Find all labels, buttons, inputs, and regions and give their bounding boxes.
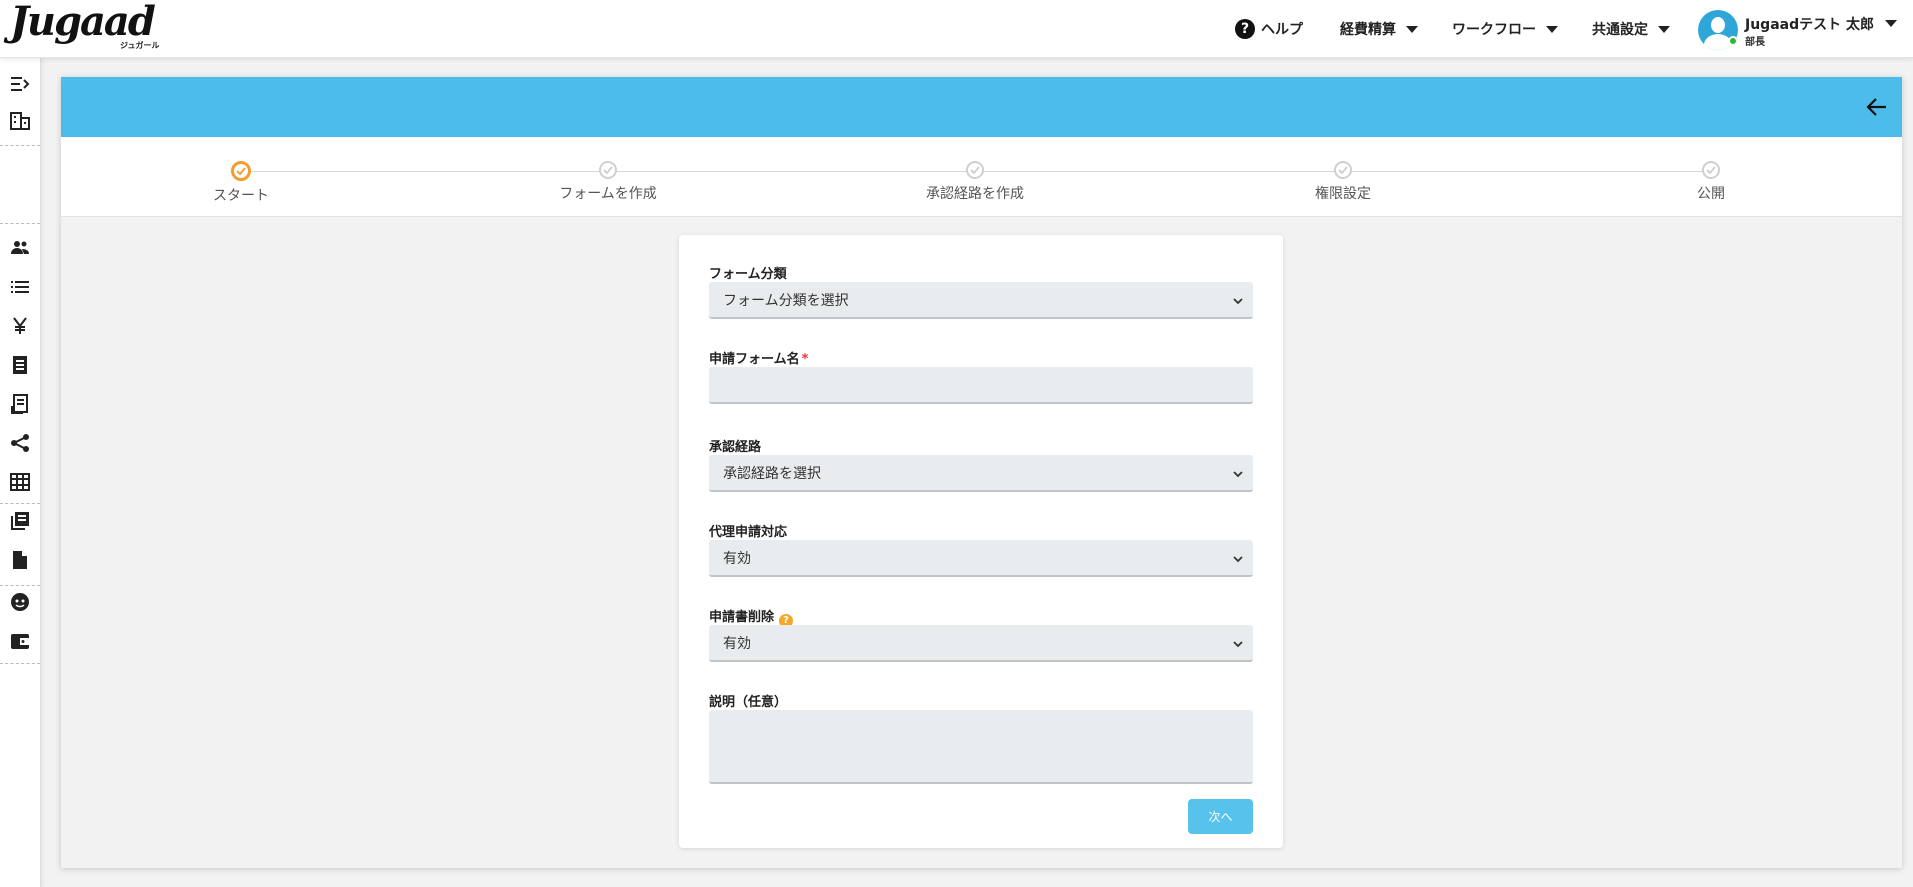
logo-subtext: ジュガール bbox=[120, 41, 160, 50]
step-label: 公開 bbox=[1697, 186, 1725, 202]
user-role: 部長 bbox=[1745, 37, 1765, 48]
check-circle-icon bbox=[1334, 161, 1352, 179]
step-create-route: 承認経路を作成 bbox=[875, 161, 1075, 203]
building-icon[interactable] bbox=[9, 110, 31, 132]
proxy-application-label: 代理申請対応 bbox=[709, 525, 788, 540]
form-name-label: 申請フォーム名 * bbox=[709, 348, 808, 367]
required-mark: * bbox=[801, 352, 809, 367]
progress-stepper: スタート フォームを作成 承認経路を作成 権限設定 公開 bbox=[61, 137, 1902, 217]
next-button[interactable]: 次へ bbox=[1188, 799, 1253, 834]
check-circle-icon bbox=[599, 161, 617, 179]
check-circle-icon bbox=[231, 161, 251, 181]
yen-icon[interactable] bbox=[9, 315, 31, 337]
chevron-down-icon bbox=[1233, 641, 1243, 648]
help-label: ヘルプ bbox=[1261, 22, 1303, 38]
users-icon[interactable] bbox=[9, 237, 31, 259]
menu-expense-label: 経費精算 bbox=[1340, 22, 1396, 38]
form-name-label-text: 申請フォーム名 bbox=[709, 352, 800, 367]
share-icon[interactable] bbox=[9, 432, 31, 454]
menu-workflow[interactable]: ワークフロー bbox=[1452, 0, 1558, 58]
form-card: フォーム分類 フォーム分類を選択 申請フォーム名 * 承認経路 承認経路を選択 代… bbox=[679, 235, 1283, 848]
proxy-application-value: 有効 bbox=[723, 550, 751, 567]
form-name-input[interactable] bbox=[709, 367, 1253, 404]
chevron-down-icon bbox=[1546, 25, 1558, 33]
description-textarea[interactable] bbox=[709, 710, 1253, 784]
form-category-value: フォーム分類を選択 bbox=[723, 292, 849, 309]
receipt-icon[interactable] bbox=[9, 354, 31, 376]
document-list-icon[interactable] bbox=[9, 393, 31, 415]
chevron-down-icon bbox=[1233, 471, 1243, 478]
top-bar: Jugaad ジュガール ? ヘルプ 経費精算 ワークフロー 共通設定 Juga… bbox=[0, 0, 1913, 58]
sidebar-divider bbox=[0, 223, 40, 224]
sidebar-divider bbox=[0, 503, 40, 504]
sidebar bbox=[0, 58, 41, 887]
wallet-icon[interactable] bbox=[9, 630, 31, 652]
approval-route-value: 承認経路を選択 bbox=[723, 465, 821, 482]
app-logo[interactable]: Jugaad ジュガール bbox=[10, 0, 160, 50]
grid-icon[interactable] bbox=[9, 471, 31, 493]
chevron-down-icon bbox=[1233, 556, 1243, 563]
chevron-down-icon bbox=[1658, 25, 1670, 33]
menu-common-settings[interactable]: 共通設定 bbox=[1592, 0, 1670, 58]
back-arrow-icon[interactable] bbox=[1864, 95, 1890, 119]
sidebar-divider bbox=[0, 585, 40, 586]
delete-application-value: 有効 bbox=[723, 635, 751, 652]
chevron-down-icon bbox=[1233, 298, 1243, 305]
menu-workflow-label: ワークフロー bbox=[1452, 22, 1536, 38]
list-icon[interactable] bbox=[9, 276, 31, 298]
step-create-form: フォームを作成 bbox=[508, 161, 708, 203]
delete-application-select[interactable]: 有効 bbox=[709, 625, 1253, 662]
online-status-dot bbox=[1728, 36, 1738, 46]
help-link[interactable]: ? ヘルプ bbox=[1235, 0, 1303, 58]
check-circle-icon bbox=[966, 161, 984, 179]
delete-application-label-text: 申請書削除 bbox=[709, 610, 775, 625]
panel-header bbox=[61, 77, 1902, 137]
face-icon[interactable] bbox=[9, 591, 31, 613]
file-icon[interactable] bbox=[9, 549, 31, 571]
library-books-icon[interactable] bbox=[9, 510, 31, 532]
user-name[interactable]: Jugaadテスト 太郎 bbox=[1745, 14, 1874, 34]
step-label: 承認経路を作成 bbox=[926, 186, 1024, 202]
user-menu-chevron-icon[interactable] bbox=[1885, 20, 1897, 27]
sidebar-divider bbox=[0, 145, 40, 146]
form-category-select[interactable]: フォーム分類を選択 bbox=[709, 282, 1253, 319]
approval-route-select[interactable]: 承認経路を選択 bbox=[709, 455, 1253, 492]
step-permissions: 権限設定 bbox=[1243, 161, 1443, 203]
proxy-application-select[interactable]: 有効 bbox=[709, 540, 1253, 577]
chevron-down-icon bbox=[1406, 25, 1418, 33]
step-label: 権限設定 bbox=[1315, 186, 1371, 202]
form-category-label: フォーム分類 bbox=[709, 267, 787, 282]
step-label: フォームを作成 bbox=[559, 186, 657, 202]
step-label: スタート bbox=[213, 188, 269, 204]
sidebar-divider bbox=[0, 663, 40, 664]
menu-expand-icon[interactable] bbox=[9, 73, 31, 95]
approval-route-label: 承認経路 bbox=[709, 440, 762, 455]
check-circle-icon bbox=[1702, 161, 1720, 179]
step-start: スタート bbox=[141, 161, 341, 205]
logo-text: Jugaad bbox=[10, 0, 156, 45]
help-icon: ? bbox=[1235, 19, 1255, 39]
step-publish: 公開 bbox=[1611, 161, 1811, 203]
menu-common-settings-label: 共通設定 bbox=[1592, 22, 1648, 38]
description-label: 説明（任意） bbox=[709, 695, 788, 710]
menu-expense[interactable]: 経費精算 bbox=[1340, 0, 1418, 58]
